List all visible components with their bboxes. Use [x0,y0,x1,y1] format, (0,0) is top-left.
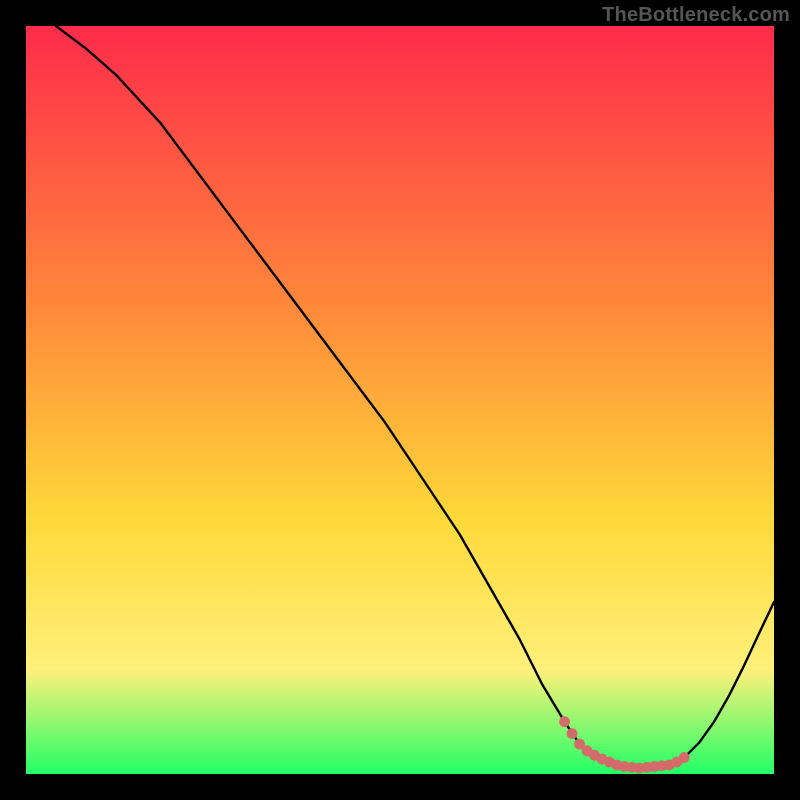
gradient-background [26,26,774,774]
marker-dot [679,752,690,763]
plot-area [26,26,774,774]
plot-svg [26,26,774,774]
attribution-label: TheBottleneck.com [602,4,790,27]
marker-dot [567,728,578,739]
chart-stage: TheBottleneck.com [0,0,800,800]
marker-dot [559,716,570,727]
